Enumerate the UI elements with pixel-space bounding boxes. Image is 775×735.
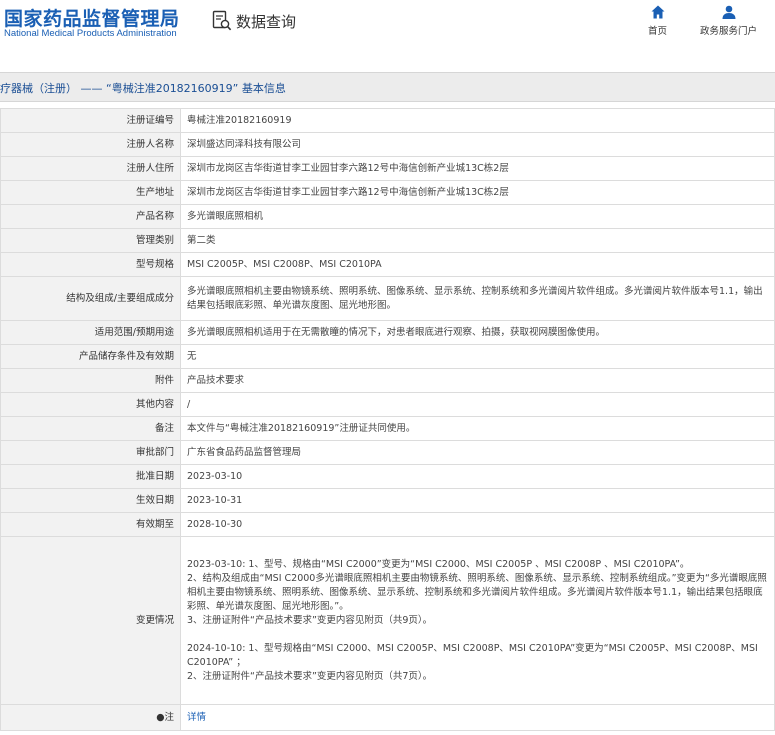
info-row: 变更情况 2023-03-10: 1、型号、规格由“MSI C2000”变更为“M… bbox=[0, 536, 775, 705]
field-label: 批准日期 bbox=[0, 464, 181, 489]
field-label: 生产地址 bbox=[0, 180, 181, 205]
site-logo-title[interactable]: 国家药品监督管理局 bbox=[4, 4, 180, 31]
field-value: 2023-03-10 bbox=[180, 464, 775, 489]
info-row: 有效期至 2028-10-30 bbox=[0, 512, 775, 537]
field-value: 深圳盛达同泽科技有限公司 bbox=[180, 132, 775, 157]
field-label: 产品储存条件及有效期 bbox=[0, 344, 181, 369]
field-label: 注册人名称 bbox=[0, 132, 181, 157]
nav-home[interactable]: 首页 bbox=[648, 4, 667, 37]
field-value: 粤械注准20182160919 bbox=[180, 108, 775, 133]
data-query-label: 数据查询 bbox=[236, 12, 297, 31]
field-label: 备注 bbox=[0, 416, 181, 441]
record-title: 疗器械（注册） —— “粤械注准20182160919” 基本信息 bbox=[0, 82, 286, 95]
field-label: 适用范围/预期用途 bbox=[0, 320, 181, 345]
info-row: 审批部门 广东省食品药品监督管理局 bbox=[0, 440, 775, 465]
field-value: 深圳市龙岗区吉华街道甘李工业园甘李六路12号中海信创新产业城13C栋2层 bbox=[180, 180, 775, 205]
device-info-table: 注册证编号 粤械注准20182160919 注册人名称 深圳盛达同泽科技有限公司 注册人… bbox=[0, 108, 775, 731]
field-label: 产品名称 bbox=[0, 204, 181, 229]
info-row: 其他内容 / bbox=[0, 392, 775, 417]
field-value: 第二类 bbox=[180, 228, 775, 253]
info-row: ●注 详情 bbox=[0, 704, 775, 731]
field-value: 本文件与“粤械注准20182160919”注册证共同使用。 bbox=[180, 416, 775, 441]
info-row: 批准日期 2023-03-10 bbox=[0, 464, 775, 489]
field-value: 详情 bbox=[180, 704, 775, 731]
field-label: 注册证编号 bbox=[0, 108, 181, 133]
info-row: 产品名称 多光谱眼底照相机 bbox=[0, 204, 775, 229]
field-value: 产品技术要求 bbox=[180, 368, 775, 393]
field-value: 多光谱眼底照相机 bbox=[180, 204, 775, 229]
info-row: 管理类别 第二类 bbox=[0, 228, 775, 253]
field-value: / bbox=[180, 392, 775, 417]
field-value: 多光谱眼底照相机适用于在无需散瞳的情况下，对患者眼底进行观察、拍摄，获取视网膜图… bbox=[180, 320, 775, 345]
field-label: 结构及组成/主要组成成分 bbox=[0, 276, 181, 321]
info-row: 适用范围/预期用途 多光谱眼底照相机适用于在无需散瞳的情况下，对患者眼底进行观察、… bbox=[0, 320, 775, 345]
info-row: 注册人住所 深圳市龙岗区吉华街道甘李工业园甘李六路12号中海信创新产业城13C栋2… bbox=[0, 156, 775, 181]
info-row: 结构及组成/主要组成成分 多光谱眼底照相机主要由物镜系统、照明系统、图像系统、显示… bbox=[0, 276, 775, 321]
field-value: 广东省食品药品监督管理局 bbox=[180, 440, 775, 465]
info-row: 备注 本文件与“粤械注准20182160919”注册证共同使用。 bbox=[0, 416, 775, 441]
field-label: 变更情况 bbox=[0, 536, 181, 705]
user-icon bbox=[722, 5, 735, 19]
field-value: 无 bbox=[180, 344, 775, 369]
field-label: ●注 bbox=[0, 704, 181, 731]
field-value: MSI C2005P、MSI C2008P、MSI C2010PA bbox=[180, 252, 775, 277]
info-row: 注册证编号 粤械注准20182160919 bbox=[0, 108, 775, 133]
field-label: 生效日期 bbox=[0, 488, 181, 513]
field-label: 管理类别 bbox=[0, 228, 181, 253]
details-link[interactable]: 详情 bbox=[187, 712, 206, 723]
record-title-bar: 疗器械（注册） —— “粤械注准20182160919” 基本信息 bbox=[0, 72, 775, 102]
field-label: 型号规格 bbox=[0, 252, 181, 277]
info-row: 附件 产品技术要求 bbox=[0, 368, 775, 393]
field-value: 2023-03-10: 1、型号、规格由“MSI C2000”变更为“MSI C… bbox=[180, 536, 775, 705]
info-row: 生效日期 2023-10-31 bbox=[0, 488, 775, 513]
info-row: 生产地址 深圳市龙岗区吉华街道甘李工业园甘李六路12号中海信创新产业城13C栋2层 bbox=[0, 180, 775, 205]
field-value: 深圳市龙岗区吉华街道甘李工业园甘李六路12号中海信创新产业城13C栋2层 bbox=[180, 156, 775, 181]
info-row: 型号规格 MSI C2005P、MSI C2008P、MSI C2010PA bbox=[0, 252, 775, 277]
field-value: 2023-10-31 bbox=[180, 488, 775, 513]
field-value: 2028-10-30 bbox=[180, 512, 775, 537]
site-header: 国家药品监督管理局 National Medical Products Admi… bbox=[0, 0, 775, 62]
nav-service-portal-label: 政务服务门户 bbox=[700, 26, 758, 37]
info-row: 注册人名称 深圳盛达同泽科技有限公司 bbox=[0, 132, 775, 157]
field-value: 多光谱眼底照相机主要由物镜系统、照明系统、图像系统、显示系统、控制系统和多光谱阅… bbox=[180, 276, 775, 321]
nav-service-portal[interactable]: 政务服务门户 bbox=[700, 4, 757, 37]
info-row: 产品储存条件及有效期无 bbox=[0, 344, 775, 369]
data-query-link[interactable]: 数据查询 bbox=[212, 8, 296, 34]
field-label: 其他内容 bbox=[0, 392, 181, 417]
nav-home-label: 首页 bbox=[648, 26, 668, 37]
site-logo-subtitle: National Medical Products Administration bbox=[4, 28, 177, 39]
field-label: 审批部门 bbox=[0, 440, 181, 465]
field-label: 有效期至 bbox=[0, 512, 181, 537]
home-icon bbox=[651, 5, 664, 19]
search-document-icon bbox=[212, 10, 232, 31]
field-label: 注册人住所 bbox=[0, 156, 181, 181]
field-label: 附件 bbox=[0, 368, 181, 393]
